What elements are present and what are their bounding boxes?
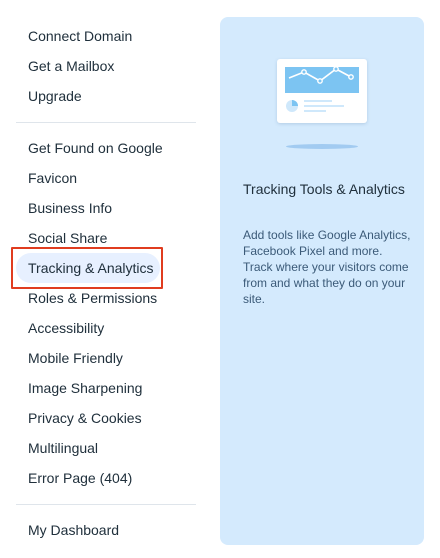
menu-item-privacy-cookies[interactable]: Privacy & Cookies (16, 403, 188, 433)
panel-description: Add tools like Google Analytics, Faceboo… (243, 228, 411, 306)
chart-point (301, 69, 307, 75)
chart-point (348, 74, 354, 80)
menu-item-connect-domain[interactable]: Connect Domain (16, 21, 188, 51)
menu-item-my-dashboard[interactable]: My Dashboard (16, 515, 188, 545)
menu-item-get-a-mailbox[interactable]: Get a Mailbox (16, 51, 188, 81)
text-line (304, 100, 332, 102)
analytics-chart-graphic (285, 66, 359, 112)
menu-item-mobile-friendly[interactable]: Mobile Friendly (16, 343, 188, 373)
analytics-dashboard-icon (277, 59, 367, 123)
menu-item-favicon[interactable]: Favicon (16, 163, 188, 193)
info-panel: Tracking Tools & Analytics Add tools lik… (220, 17, 424, 545)
menu-item-multilingual[interactable]: Multilingual (16, 433, 188, 463)
chart-point (317, 78, 323, 84)
menu-item-accessibility[interactable]: Accessibility (16, 313, 188, 343)
illustration-shadow (286, 144, 358, 149)
panel-title: Tracking Tools & Analytics (243, 181, 405, 197)
menu-divider (16, 504, 196, 505)
menu-item-roles-permissions[interactable]: Roles & Permissions (16, 283, 188, 313)
pie-slice (292, 100, 298, 106)
menu-item-social-share[interactable]: Social Share (16, 223, 188, 253)
chart-point (333, 66, 339, 72)
menu-item-image-sharpening[interactable]: Image Sharpening (16, 373, 188, 403)
menu-item-get-found-on-google[interactable]: Get Found on Google (16, 133, 188, 163)
menu-item-business-info[interactable]: Business Info (16, 193, 188, 223)
menu-item-upgrade[interactable]: Upgrade (16, 81, 188, 111)
menu-divider (16, 122, 196, 123)
menu-item-error-page[interactable]: Error Page (404) (16, 463, 188, 493)
menu-item-tracking-analytics[interactable]: Tracking & Analytics (16, 253, 160, 283)
text-line (304, 105, 344, 107)
text-line (304, 110, 326, 112)
